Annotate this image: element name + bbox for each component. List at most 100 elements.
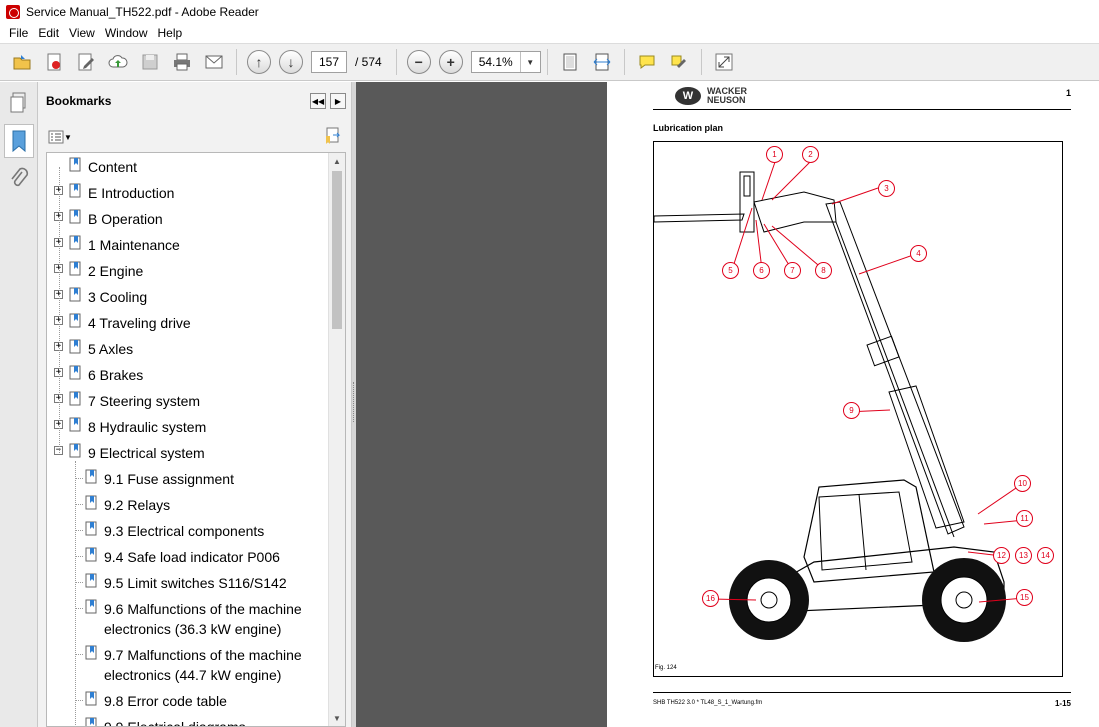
bookmark-label[interactable]: 9.3 Electrical components xyxy=(104,521,264,541)
bookmark-item[interactable]: 9.8 Error code table xyxy=(47,689,327,713)
bookmark-item[interactable]: 9.6 Malfunctions of the machine electroni… xyxy=(47,597,327,643)
scroll-down-arrow-icon[interactable]: ▼ xyxy=(329,710,345,726)
bookmark-label[interactable]: 4 Traveling drive xyxy=(88,313,191,333)
create-pdf-button[interactable] xyxy=(41,49,67,75)
bookmark-label-line: 5 Axles xyxy=(88,341,134,357)
bookmark-item[interactable]: 9.4 Safe load indicator P006 xyxy=(47,545,327,569)
scroll-up-arrow-icon[interactable]: ▲ xyxy=(329,153,345,169)
fit-page-icon xyxy=(563,53,577,71)
bookmark-label[interactable]: E Introduction xyxy=(88,183,174,203)
chevron-down-icon[interactable]: ▼ xyxy=(519,52,540,72)
bookmark-item[interactable]: 9.1 Fuse assignment xyxy=(47,467,327,491)
bookmark-item[interactable]: +5 Axles xyxy=(47,337,327,361)
callout-6: 6 xyxy=(753,262,770,279)
bookmark-label[interactable]: B Operation xyxy=(88,209,163,229)
bookmark-item[interactable]: +2 Engine xyxy=(47,259,327,283)
email-button[interactable] xyxy=(201,49,227,75)
bookmark-item[interactable]: +6 Brakes xyxy=(47,363,327,387)
bookmark-icon xyxy=(69,391,81,406)
zoom-level-input[interactable] xyxy=(471,52,520,72)
bookmark-label[interactable]: 9.1 Fuse assignment xyxy=(104,469,234,489)
window-title: Service Manual_TH522.pdf - Adobe Reader xyxy=(26,4,259,19)
splitter-grip[interactable] xyxy=(353,382,355,422)
save-button[interactable] xyxy=(137,49,163,75)
section-title: Lubrication plan xyxy=(653,123,724,133)
bookmark-label[interactable]: 9.8 Error code table xyxy=(104,691,227,711)
highlight-button[interactable] xyxy=(666,49,692,75)
bookmark-item[interactable]: +1 Maintenance xyxy=(47,233,327,257)
bookmark-label[interactable]: 9.2 Relays xyxy=(104,495,170,515)
previous-page-button[interactable]: ↑ xyxy=(247,50,271,74)
page-number-input[interactable] xyxy=(311,51,347,73)
bookmark-label[interactable]: 7 Steering system xyxy=(88,391,200,411)
bookmark-label[interactable]: 9.7 Malfunctions of the machine electroni… xyxy=(104,645,302,685)
bookmark-label[interactable]: 5 Axles xyxy=(88,339,133,359)
tree-connector xyxy=(75,582,83,583)
bookmark-item[interactable]: 9.7 Malfunctions of the machine electroni… xyxy=(47,643,327,689)
upload-button[interactable] xyxy=(105,49,131,75)
tree-connector xyxy=(75,654,83,655)
bookmark-item[interactable]: 9.3 Electrical components xyxy=(47,519,327,543)
bookmark-label[interactable]: 3 Cooling xyxy=(88,287,147,307)
toolbar-separator xyxy=(700,49,702,75)
bookmark-item[interactable]: +4 Traveling drive xyxy=(47,311,327,335)
zoom-level-select[interactable]: ▼ xyxy=(470,51,541,73)
bookmark-item[interactable]: −9 Electrical system xyxy=(47,441,327,465)
panel-forward-button[interactable]: ▶ xyxy=(330,93,346,109)
bookmark-item[interactable]: 9.5 Limit switches S116/S142 xyxy=(47,571,327,595)
bookmark-label[interactable]: 8 Hydraulic system xyxy=(88,417,206,437)
attachments-button[interactable] xyxy=(4,162,34,196)
comment-button[interactable] xyxy=(634,49,660,75)
next-page-button[interactable]: ↓ xyxy=(279,50,303,74)
bookmark-item[interactable]: 9.2 Relays xyxy=(47,493,327,517)
bookmark-item[interactable]: +8 Hydraulic system xyxy=(47,415,327,439)
bookmark-label[interactable]: 1 Maintenance xyxy=(88,235,180,255)
bookmark-icon xyxy=(69,157,81,172)
zoom-in-button[interactable]: + xyxy=(438,50,463,74)
bookmarks-tab-button[interactable] xyxy=(4,124,34,158)
menu-view[interactable]: View xyxy=(64,26,100,40)
expand-button[interactable] xyxy=(711,49,737,75)
callout-5: 5 xyxy=(722,262,739,279)
callout-4: 4 xyxy=(910,245,927,262)
open-file-button[interactable] xyxy=(9,49,35,75)
menu-file[interactable]: File xyxy=(4,26,33,40)
menu-window[interactable]: Window xyxy=(100,26,153,40)
bookmark-label[interactable]: 9.9 Electrical diagrams xyxy=(104,717,246,726)
bookmark-label-line: 8 Hydraulic system xyxy=(88,419,207,435)
fit-width-button[interactable] xyxy=(589,49,615,75)
bookmarks-panel: Bookmarks ◀◀ ▶ ▼ 9.9 Electrical diagrams… xyxy=(38,82,352,727)
bookmark-label[interactable]: 9.4 Safe load indicator P006 xyxy=(104,547,280,567)
bookmark-label[interactable]: 6 Brakes xyxy=(88,365,143,385)
bookmark-item[interactable]: +3 Cooling xyxy=(47,285,327,309)
bookmark-item[interactable]: + B Operation xyxy=(47,207,327,231)
toolbar-separator xyxy=(546,49,548,75)
bookmark-label[interactable]: 9 Electrical system xyxy=(88,443,205,463)
bookmark-label[interactable]: 2 Engine xyxy=(88,261,143,281)
bookmark-item[interactable]: + E Introduction xyxy=(47,181,327,205)
bookmark-options-button[interactable]: ▼ xyxy=(48,130,72,144)
menu-help[interactable]: Help xyxy=(153,26,188,40)
bookmarks-scrollbar[interactable]: ▲ ▼ xyxy=(328,153,345,726)
scrollbar-thumb[interactable] xyxy=(332,171,342,329)
bookmark-label[interactable]: 9.5 Limit switches S116/S142 xyxy=(104,573,287,593)
wacker-neuson-logo: W WACKER NEUSON xyxy=(675,87,747,105)
bookmark-item[interactable]: Content xyxy=(47,155,327,179)
bookmark-item[interactable]: 9.9 Electrical diagrams xyxy=(47,715,327,726)
document-view[interactable]: W WACKER NEUSON 1 Lubrication plan 1 2 3… xyxy=(356,82,1099,727)
callout-7: 7 xyxy=(784,262,801,279)
bookmark-label[interactable]: 9.6 Malfunctions of the machine electroni… xyxy=(104,599,302,639)
print-button[interactable] xyxy=(169,49,195,75)
menu-edit[interactable]: Edit xyxy=(33,26,64,40)
bookmark-item[interactable]: +7 Steering system xyxy=(47,389,327,413)
collapse-panel-button[interactable]: ◀◀ xyxy=(310,93,326,109)
bookmark-goto-icon xyxy=(326,127,341,144)
zoom-out-button[interactable]: − xyxy=(406,50,431,74)
bookmark-icon xyxy=(85,573,97,588)
fit-page-button[interactable] xyxy=(557,49,583,75)
bookmark-label[interactable]: Content xyxy=(88,157,137,177)
bookmark-icon xyxy=(69,313,81,328)
page-thumbnails-button[interactable] xyxy=(4,86,34,120)
go-to-bookmark-button[interactable] xyxy=(324,127,342,148)
edit-pdf-button[interactable] xyxy=(73,49,99,75)
